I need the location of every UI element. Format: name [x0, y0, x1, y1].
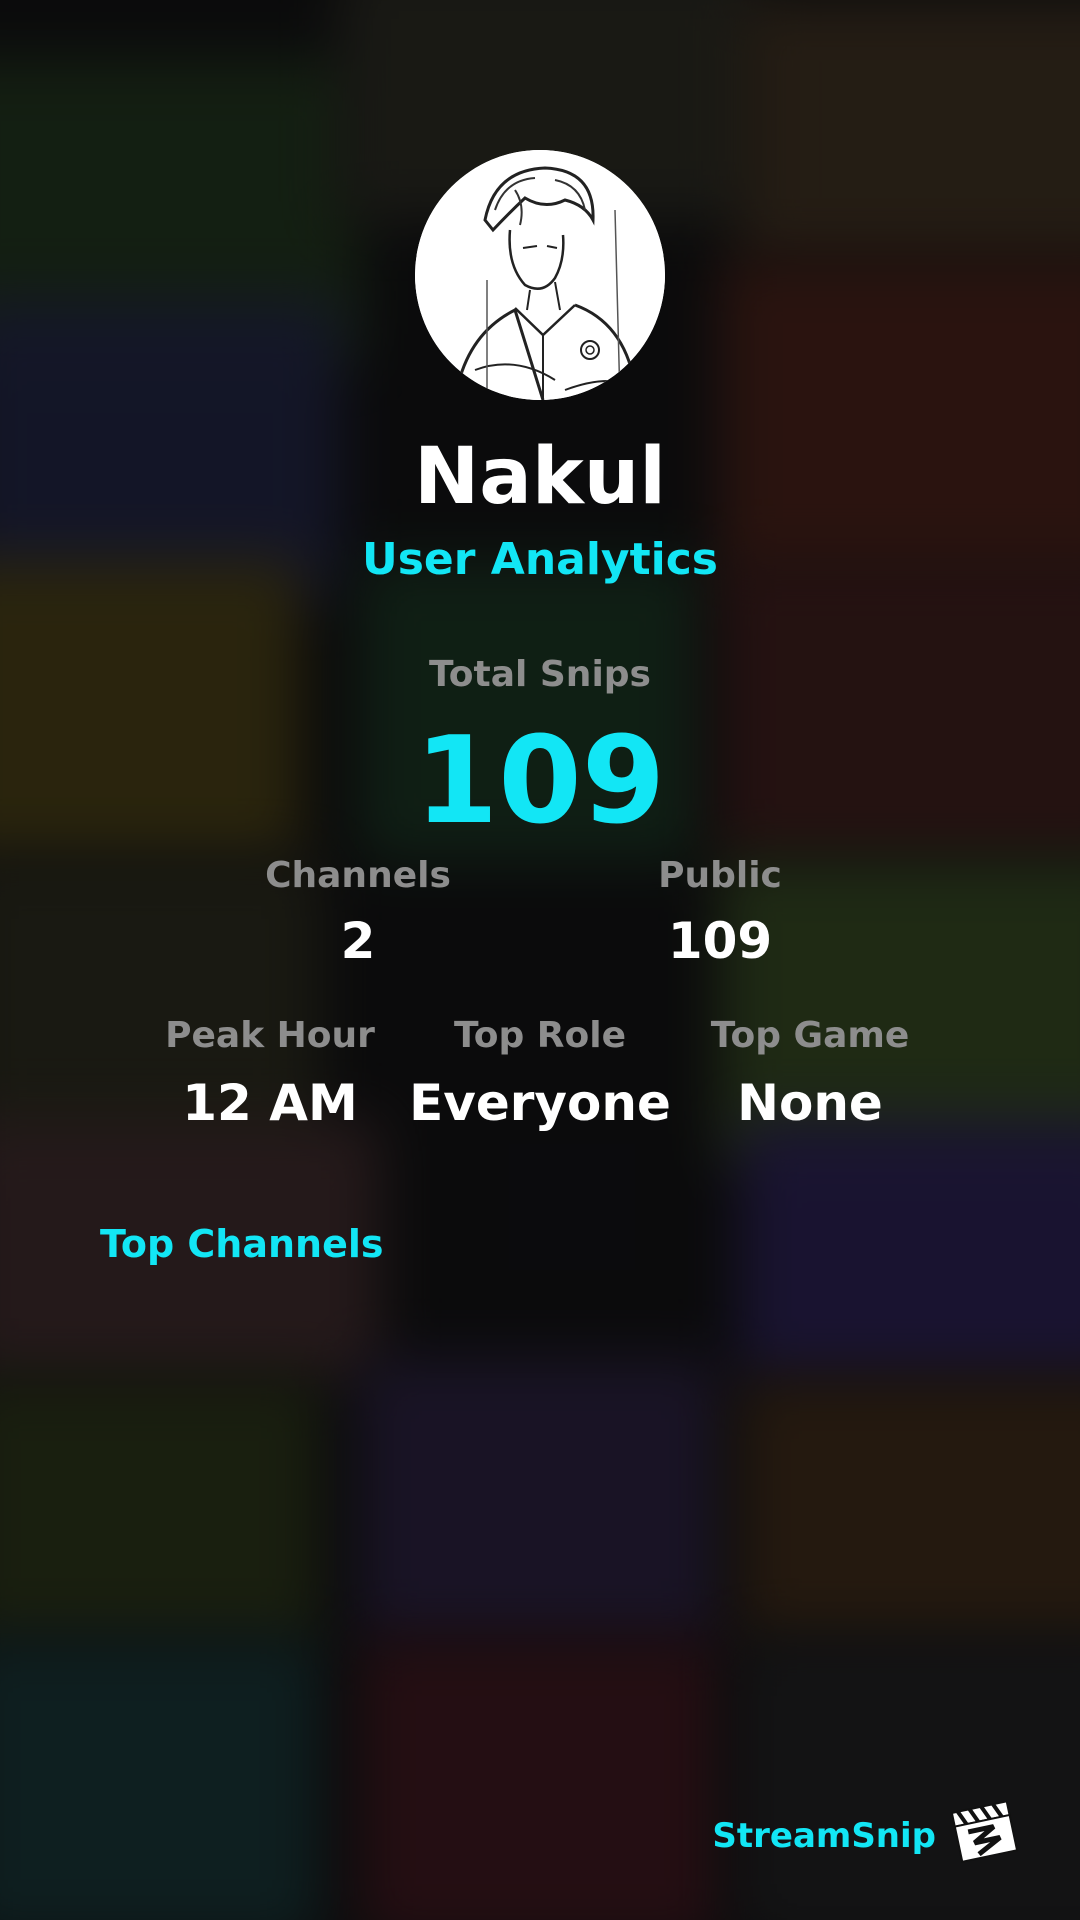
top-game-value: None [737, 1074, 883, 1132]
peak-hour-value: 12 AM [182, 1074, 358, 1132]
public-label: Public [658, 855, 782, 896]
channels-label: Channels [265, 855, 451, 896]
brand-name: StreamSnip [712, 1816, 936, 1856]
top-channels-title: Top Channels [100, 1222, 384, 1266]
avatar-illustration [415, 150, 665, 400]
channels-value: 2 [340, 912, 376, 970]
total-snips-value: 109 [414, 712, 666, 851]
public-value: 109 [667, 912, 773, 970]
top-game-label: Top Game [710, 1015, 910, 1056]
peak-hour-label: Peak Hour [165, 1015, 375, 1056]
top-role-value: Everyone [409, 1074, 671, 1132]
total-snips-label: Total Snips [429, 654, 651, 695]
user-name: Nakul [413, 432, 667, 522]
top-role-label: Top Role [453, 1015, 627, 1056]
page-subtitle: User Analytics [362, 534, 718, 585]
clapperboard-icon [950, 1792, 1024, 1866]
avatar [415, 150, 665, 400]
